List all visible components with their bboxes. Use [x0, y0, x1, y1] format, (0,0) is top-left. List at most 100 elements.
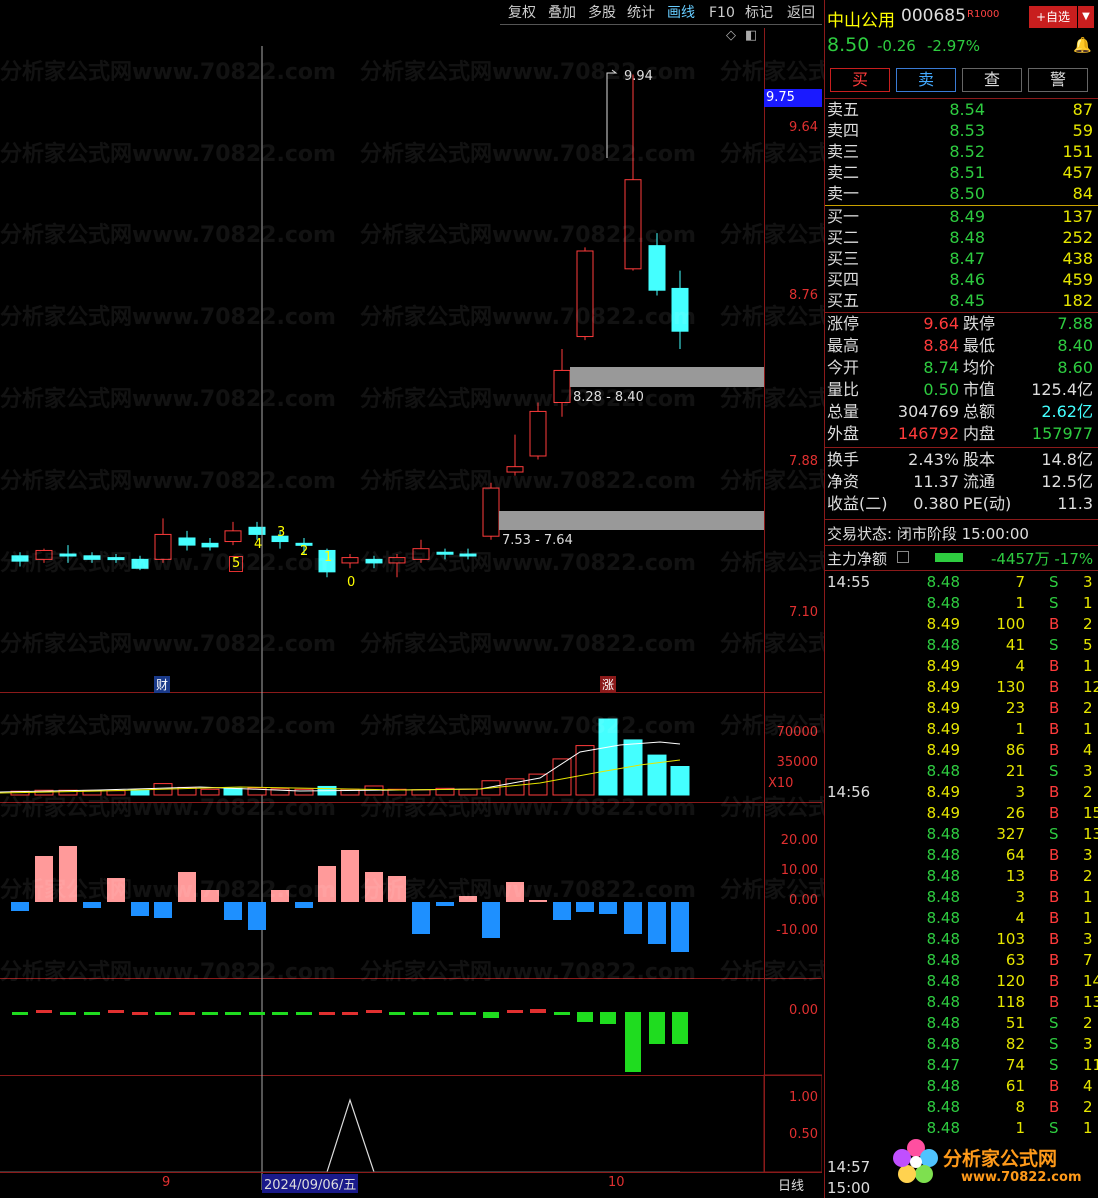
- book-price: 8.51: [949, 163, 985, 182]
- query-button[interactable]: 查: [962, 68, 1022, 92]
- tick-count: 3: [1083, 762, 1093, 780]
- countdown-marker: 4: [254, 537, 263, 552]
- tick-side: B: [1049, 930, 1060, 948]
- ind4-line: [0, 1098, 680, 1173]
- tick-row: 8.48 61 B 4: [825, 1076, 1098, 1097]
- tick-row: 8.48 63 B 7: [825, 950, 1098, 971]
- ind3-bar: [483, 1012, 499, 1018]
- tick-count: 11: [1083, 1056, 1098, 1074]
- tick-price: 8.48: [926, 594, 960, 612]
- ind3-bar: [460, 1012, 476, 1015]
- ind3-bar: [366, 1010, 382, 1013]
- stat-value: 11.37: [913, 472, 959, 491]
- tick-count: 1: [1083, 720, 1093, 738]
- tick-volume: 4: [1015, 657, 1025, 675]
- limit-up-marker[interactable]: 涨: [600, 676, 617, 693]
- x-tick: 9: [162, 1175, 171, 1190]
- tick-price: 8.48: [926, 825, 960, 843]
- tick-volume: 82: [1005, 1035, 1025, 1053]
- book-price: 8.48: [949, 228, 985, 247]
- macd-bar: [624, 902, 642, 934]
- ind3-bar: [60, 1012, 76, 1015]
- tick-row: 8.49 23 B 2: [825, 698, 1098, 719]
- tick-volume: 41: [1005, 636, 1025, 654]
- tick-time: 14:55: [827, 573, 871, 591]
- macd-bar: [553, 902, 571, 920]
- book-volume: 84: [1072, 184, 1093, 203]
- book-volume: 87: [1072, 100, 1093, 119]
- book-label: 买四: [827, 270, 860, 289]
- book-row: 买二 8.48 252: [825, 227, 1098, 248]
- book-label: 卖三: [827, 142, 860, 161]
- period-selector[interactable]: 日线: [778, 1175, 804, 1194]
- stat-value: 8.74: [923, 358, 959, 377]
- tick-price: 8.48: [926, 846, 960, 864]
- tick-row: 8.48 120 B 14: [825, 971, 1098, 992]
- tick-volume: 120: [996, 972, 1025, 990]
- candle-body: [365, 558, 383, 564]
- flow-settings-icon[interactable]: [897, 551, 909, 563]
- stat-row: 收益(二) 0.380 PE(动) 11.3: [825, 493, 1098, 514]
- tick-count: 2: [1083, 783, 1093, 801]
- tick-price: 8.48: [926, 867, 960, 885]
- candle-body: [341, 557, 359, 564]
- macd-bar: [107, 878, 125, 902]
- tick-row: 8.48 8 B 2: [825, 1097, 1098, 1118]
- tick-volume: 100: [996, 615, 1025, 633]
- tick-row: 8.48 41 S 5: [825, 635, 1098, 656]
- candle-body: [201, 542, 219, 548]
- panel-toggle-icon[interactable]: ◧: [745, 28, 757, 43]
- stat-value: 2.62亿: [1041, 402, 1093, 421]
- candle-body: [412, 548, 430, 560]
- main-flow-label: 主力净额: [827, 550, 888, 568]
- tick-row: 8.47 74 S 11: [825, 1055, 1098, 1076]
- book-row: 买一 8.49 137: [825, 206, 1098, 227]
- book-volume: 182: [1062, 291, 1093, 310]
- divider: [825, 519, 1098, 520]
- tick-count: 2: [1083, 1098, 1093, 1116]
- finance-marker[interactable]: 财: [154, 676, 171, 693]
- tick-count: 14: [1083, 972, 1098, 990]
- tick-price: 8.48: [926, 1035, 960, 1053]
- macd-bar: [365, 872, 383, 902]
- tick-row: 8.48 327 S 137: [825, 824, 1098, 845]
- tick-row: 8.48 1 S 1: [825, 593, 1098, 614]
- ind4-tick: 0.50: [789, 1127, 818, 1142]
- macd-bar: [648, 902, 666, 944]
- tick-count: 5: [1083, 636, 1093, 654]
- high-price-label: 9.94: [624, 69, 653, 84]
- tick-row: 8.48 21 S 3: [825, 761, 1098, 782]
- ind3-bar: [84, 1012, 100, 1015]
- book-label: 卖二: [827, 163, 860, 182]
- macd-bar: [248, 902, 266, 930]
- kline-chart-area[interactable]: 复权 叠加 多股 统计 画线 F10 标记 返回 9.75 9.64 8.76 7.88 7.…: [0, 0, 1056, 1198]
- ind3-bar: [225, 1012, 241, 1015]
- ind3-bar: [413, 1012, 429, 1015]
- volume-bar: [552, 758, 572, 796]
- tick-row: 8.48 4 B 1: [825, 908, 1098, 929]
- sell-button[interactable]: 卖: [896, 68, 956, 92]
- tick-count: 2: [1083, 699, 1093, 717]
- chevron-down-icon[interactable]: ▼: [1078, 6, 1094, 28]
- tick-volume: 74: [1005, 1056, 1025, 1074]
- stat-label: 外盘: [827, 424, 860, 443]
- high-arrow: [606, 69, 618, 158]
- diamond-icon[interactable]: ◇: [726, 28, 736, 43]
- logo-url: www.70822.com: [961, 1170, 1082, 1185]
- stat-value: 8.60: [1057, 358, 1093, 377]
- tick-side: B: [1049, 699, 1060, 717]
- tick-price: 8.47: [926, 1056, 960, 1074]
- tick-row: 8.49 1 B 1: [825, 719, 1098, 740]
- bell-icon[interactable]: 🔔: [1073, 36, 1092, 54]
- add-watchlist-button[interactable]: +自选: [1029, 6, 1077, 28]
- stat-row: 总量 304769 总额 2.62亿: [825, 401, 1098, 422]
- stat-label: 净资: [827, 472, 860, 491]
- tick-row: 8.49 100 B 2: [825, 614, 1098, 635]
- alert-button[interactable]: 警: [1028, 68, 1088, 92]
- tick-row: 8.48 3 B 1: [825, 887, 1098, 908]
- volume-bar: [458, 788, 478, 796]
- macd-tick: 0.00: [789, 893, 818, 908]
- buy-button[interactable]: 买: [830, 68, 890, 92]
- tick-count: 1: [1083, 888, 1093, 906]
- price-change-pct: -2.97%: [927, 37, 981, 55]
